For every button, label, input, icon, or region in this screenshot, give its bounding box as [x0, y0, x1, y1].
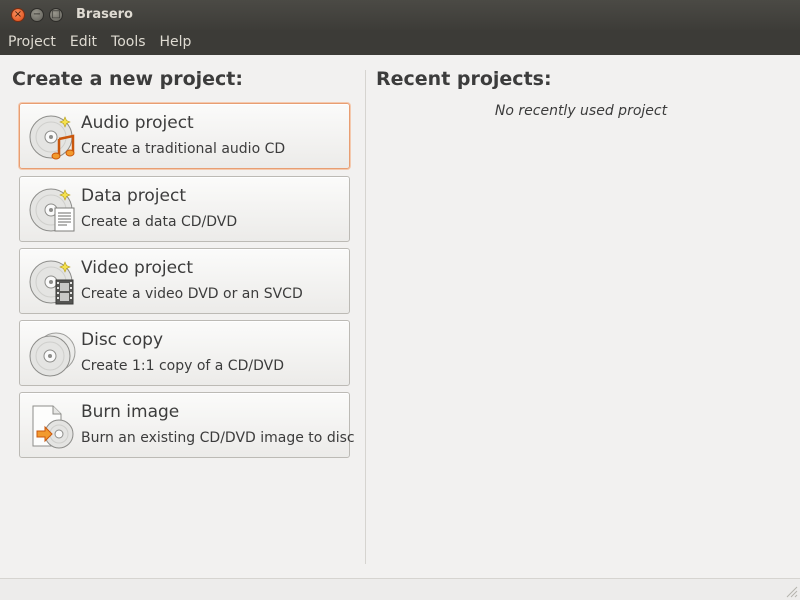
video-disc-icon [29, 260, 74, 305]
data-disc-icon [29, 188, 75, 232]
disc-copy-button[interactable]: Disc copy Create 1:1 copy of a CD/DVD [19, 320, 350, 386]
video-project-title: Video project [81, 258, 194, 278]
panel-divider[interactable] [365, 70, 366, 564]
audio-project-button[interactable]: Audio project Create a traditional audio… [19, 103, 350, 169]
window-title: Brasero [76, 7, 133, 22]
recent-projects-panel: Recent projects: No recently used projec… [367, 55, 800, 575]
video-project-button[interactable]: Video project Create a video DVD or an S… [19, 248, 350, 314]
audio-project-description: Create a traditional audio CD [81, 141, 286, 157]
new-project-panel: Create a new project: Audio project Crea… [0, 55, 365, 575]
maximize-icon: □ [51, 9, 61, 20]
burn-image-button[interactable]: Burn image Burn an existing CD/DVD image… [19, 392, 355, 458]
menu-help[interactable]: Help [153, 30, 199, 55]
disc-copy-icon [29, 332, 76, 377]
close-window-button[interactable]: × [11, 8, 25, 22]
recent-projects-heading: Recent projects: [376, 68, 552, 90]
menu-bar: Project Edit Tools Help [0, 30, 800, 55]
title-bar[interactable]: × − □ Brasero [0, 0, 800, 30]
new-project-heading: Create a new project: [12, 68, 243, 90]
close-icon: × [13, 9, 23, 20]
video-project-description: Create a video DVD or an SVCD [81, 286, 303, 302]
data-project-description: Create a data CD/DVD [81, 214, 238, 230]
burn-image-title: Burn image [81, 402, 180, 422]
status-bar [0, 578, 800, 600]
data-project-title: Data project [81, 186, 186, 206]
menu-project[interactable]: Project [1, 30, 63, 55]
minimize-window-button[interactable]: − [30, 8, 44, 22]
data-project-button[interactable]: Data project Create a data CD/DVD [19, 176, 350, 242]
menu-edit[interactable]: Edit [63, 30, 104, 55]
recent-projects-empty-message: No recently used project [494, 103, 668, 119]
brasero-window: × − □ Brasero Project Edit Tools Help Cr… [0, 0, 800, 600]
burn-image-icon [32, 405, 74, 449]
resize-grip-icon[interactable] [784, 584, 798, 598]
audio-disc-icon [29, 115, 75, 160]
disc-copy-description: Create 1:1 copy of a CD/DVD [81, 358, 284, 374]
menu-tools[interactable]: Tools [104, 30, 153, 55]
disc-copy-title: Disc copy [81, 330, 164, 350]
burn-image-description: Burn an existing CD/DVD image to disc [81, 430, 355, 446]
maximize-window-button[interactable]: □ [49, 8, 63, 22]
minimize-icon: − [32, 9, 42, 20]
audio-project-title: Audio project [81, 113, 194, 133]
